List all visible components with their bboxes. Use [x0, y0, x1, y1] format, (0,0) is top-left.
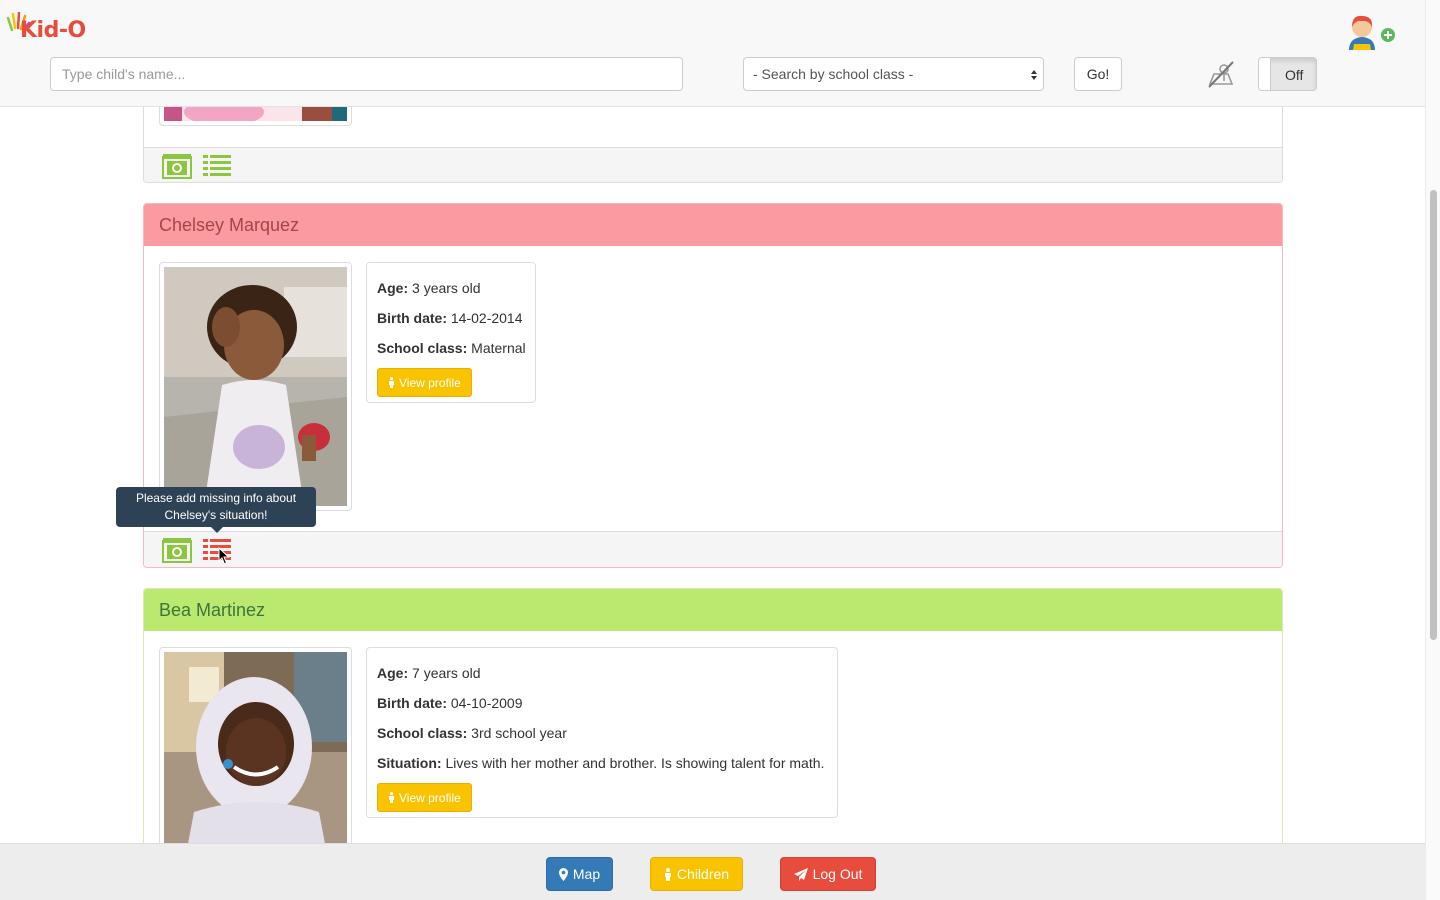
toggle-knob [1259, 58, 1271, 90]
age-value: 7 years old [412, 665, 481, 681]
child-photo[interactable] [159, 262, 352, 511]
location-toggle[interactable]: Off [1258, 57, 1317, 91]
map-button[interactable]: Map [546, 857, 613, 891]
top-navbar: Kid-O - Search by school class - Go! Off [0, 0, 1425, 107]
map-marker-icon [558, 867, 568, 881]
page-scrollbar[interactable] [1425, 0, 1440, 900]
log-out-button[interactable]: Log Out [780, 857, 876, 891]
paper-plane-icon [793, 867, 808, 881]
situation-row: Situation: Lives with her mother and bro… [377, 755, 825, 771]
child-name: Chelsey Marquez [159, 214, 300, 235]
panel-footer [144, 531, 1282, 567]
child-name: Bea Martinez [159, 599, 266, 620]
child-info-card: Age: 3 years old Birth date: 14-02-2014 … [366, 262, 536, 403]
child-icon [389, 792, 394, 803]
select-arrows-icon [1031, 70, 1037, 80]
birth-date-value: 14-02-2014 [450, 310, 523, 326]
birth-date-row: Birth date: 04-10-2009 [377, 695, 523, 711]
age-row: Age: 7 years old [377, 665, 481, 681]
child-icon [664, 867, 671, 881]
view-profile-button[interactable]: View profile [377, 368, 472, 397]
toggle-label: Off [1285, 67, 1304, 83]
children-button[interactable]: Children [650, 857, 743, 891]
scrollbar-thumb[interactable] [1430, 190, 1437, 640]
children-list: Chelsey Marquez Age: 3 years old Birth d… [0, 0, 1425, 900]
school-class-value: Maternal [471, 340, 526, 356]
list-icon[interactable] [202, 153, 232, 179]
location-off-icon[interactable] [1206, 59, 1236, 89]
situation-value: Lives with her mother and brother. Is sh… [445, 755, 825, 771]
child-name-heading[interactable]: Chelsey Marquez [144, 204, 1282, 246]
logo-text: Kid-O [20, 18, 86, 43]
age-value: 3 years old [412, 280, 481, 296]
camera-icon[interactable] [162, 537, 192, 563]
panel-footer [144, 147, 1282, 182]
school-class-value: 3rd school year [471, 725, 567, 741]
add-child-icon[interactable] [1345, 14, 1397, 52]
bottom-navbar: Map Children Log Out [0, 843, 1425, 900]
birth-date-row: Birth date: 14-02-2014 [377, 310, 523, 326]
child-icon [389, 377, 394, 388]
missing-info-tooltip: Please add missing info about Chelsey's … [116, 487, 316, 533]
child-name-heading[interactable]: Bea Martinez [144, 589, 1282, 631]
age-row: Age: 3 years old [377, 280, 481, 296]
view-profile-button[interactable]: View profile [377, 783, 472, 812]
child-info-card: Age: 7 years old Birth date: 04-10-2009 … [366, 647, 838, 818]
child-name-search-input[interactable] [50, 57, 683, 91]
school-class-row: School class: 3rd school year [377, 725, 567, 741]
school-class-select[interactable]: - Search by school class - [743, 57, 1044, 91]
camera-icon[interactable] [162, 153, 192, 179]
kid-o-logo[interactable]: Kid-O [6, 12, 86, 44]
school-class-select-value: - Search by school class - [753, 66, 914, 82]
birth-date-value: 04-10-2009 [450, 695, 523, 711]
go-button[interactable]: Go! [1074, 57, 1122, 91]
mouse-cursor-icon [218, 547, 230, 565]
school-class-row: School class: Maternal [377, 340, 526, 356]
